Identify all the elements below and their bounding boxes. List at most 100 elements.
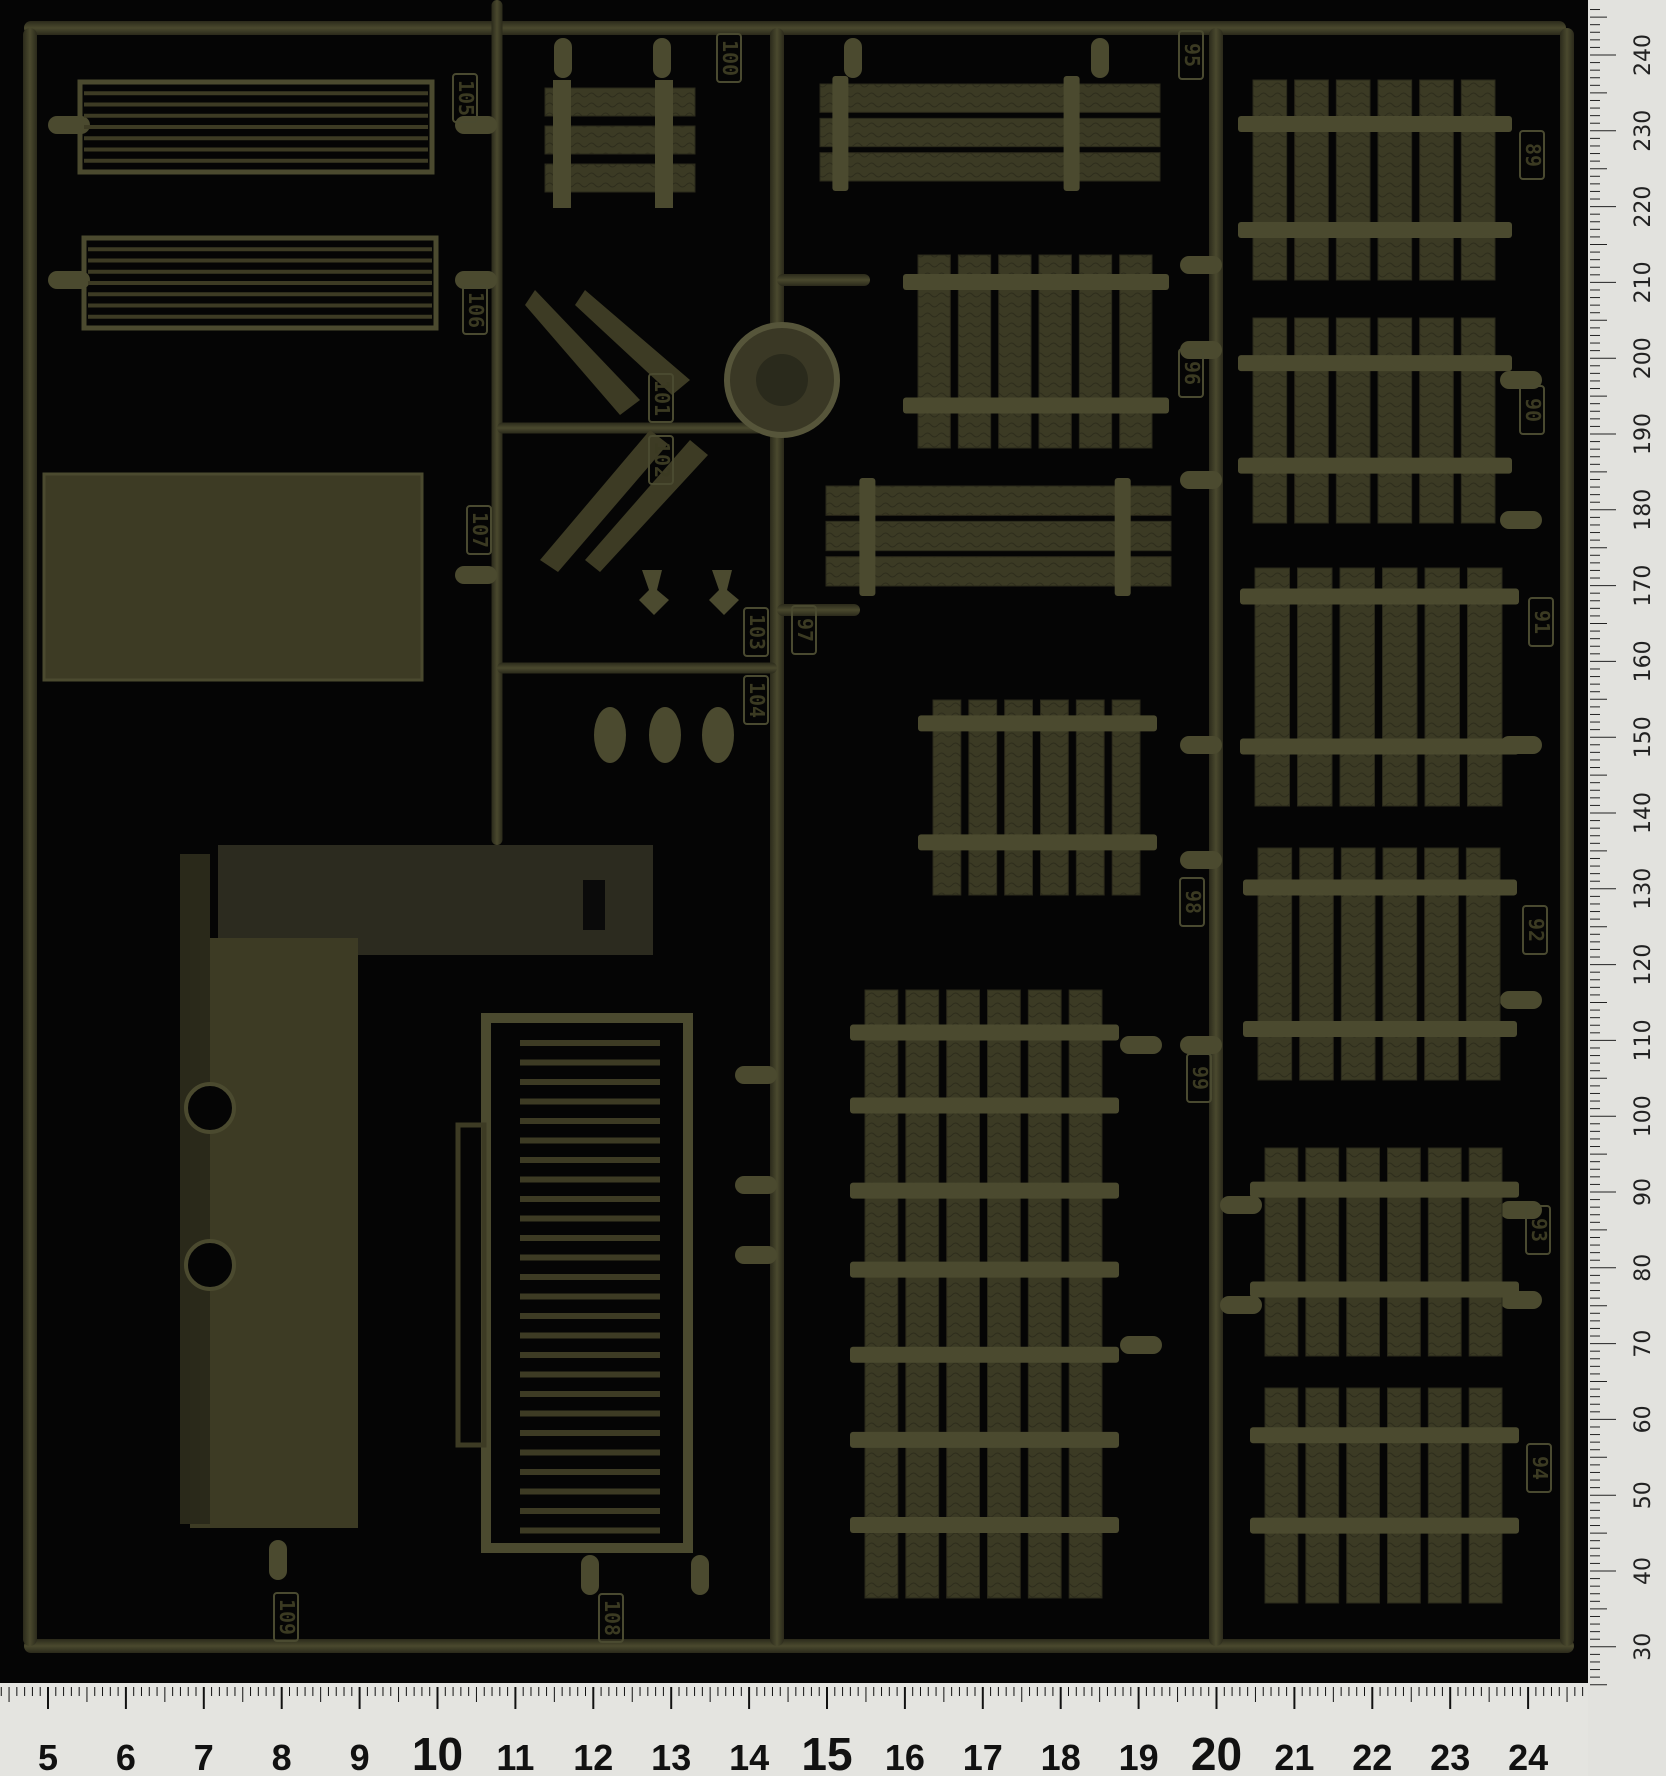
bottom-ruler-label: 10 — [412, 1728, 463, 1776]
pallet-98-bar — [918, 834, 1157, 851]
sprue-scene: 8990919293949596979899100101102103104105… — [0, 0, 1666, 1776]
crate-95-slat — [819, 83, 1161, 113]
part-label-text: 101 — [650, 380, 674, 416]
sprue-gate — [691, 1555, 709, 1595]
bottom-ruler-label: 23 — [1430, 1737, 1470, 1776]
crate-95-cleat — [1063, 76, 1080, 191]
pallet-90-plank — [1460, 317, 1496, 524]
part-label-105: 105 — [452, 73, 478, 123]
side-ruler-label: 90 — [1631, 1178, 1656, 1206]
crate-100-cleat — [655, 80, 673, 208]
sprue-gate — [1500, 511, 1542, 529]
grille-slat — [84, 158, 428, 163]
pallet-99-plank — [864, 989, 899, 1599]
crate-95-slat — [819, 152, 1161, 182]
part-label-100: 100 — [716, 33, 742, 83]
part-label-text: 106 — [464, 292, 488, 328]
sprue-gate — [1120, 1036, 1162, 1054]
panel-109 — [190, 938, 358, 1528]
grille-slat — [88, 258, 432, 263]
sprue-gate — [581, 1555, 599, 1595]
bottom-ruler-label: 19 — [1119, 1737, 1159, 1776]
pallet-99-plank — [905, 989, 940, 1599]
part-label-text: 90 — [1521, 398, 1545, 422]
part-label-106: 106 — [462, 285, 488, 335]
part-label-107: 107 — [466, 505, 492, 555]
bottom-ruler-label: 13 — [651, 1737, 691, 1776]
pallet-94-plank — [1346, 1387, 1380, 1604]
sprue-gate — [653, 38, 671, 78]
pallet-99-bar — [850, 1431, 1119, 1448]
pallet-96-bar — [903, 397, 1169, 414]
grille-slat — [88, 314, 432, 319]
side-ruler-label: 80 — [1631, 1254, 1656, 1282]
pallet-89-plank — [1294, 79, 1329, 281]
pallet-91-bar — [1240, 588, 1519, 605]
crate-97-cleat — [1114, 478, 1131, 596]
sprue-gate — [735, 1246, 777, 1264]
side-ruler-label: 140 — [1631, 792, 1656, 834]
side-ruler-label: 180 — [1631, 489, 1656, 531]
part-label-text: 108 — [600, 1600, 624, 1636]
runner-bar — [24, 1639, 1574, 1653]
ladder-rung — [520, 1118, 660, 1124]
sprue-gate — [1500, 1201, 1542, 1219]
side-ruler-label: 230 — [1631, 110, 1656, 152]
grille-slat — [84, 91, 428, 96]
bottom-ruler-label: 6 — [116, 1737, 136, 1776]
ladder-rung — [520, 1274, 660, 1280]
grille-slat — [84, 102, 428, 107]
pallet-89-plank — [1377, 79, 1413, 281]
grille-slat — [84, 136, 428, 141]
side-ruler-label: 190 — [1631, 413, 1656, 455]
side-ruler-label: 220 — [1631, 186, 1656, 228]
ladder-rung — [520, 1040, 660, 1046]
bottom-ruler-label: 14 — [729, 1737, 769, 1776]
side-ruler-label: 210 — [1631, 261, 1656, 303]
runner-bar — [1560, 28, 1574, 1646]
sprue-gate — [1180, 256, 1222, 274]
bottom-ruler-label: 15 — [801, 1728, 852, 1776]
pallet-93-plank — [1305, 1147, 1340, 1357]
bottom-ruler: 567891011121314151617181920212223242 — [0, 1683, 1666, 1776]
sprue-gate — [1180, 471, 1222, 489]
figure-104 — [702, 707, 734, 763]
side-ruler-label: 110 — [1631, 1019, 1656, 1061]
ladder-side — [455, 1122, 487, 1448]
side-ruler-label: 170 — [1631, 565, 1656, 607]
pallet-94-plank — [1305, 1387, 1340, 1604]
runner-bar — [23, 28, 37, 1646]
part-label-text: 94 — [1528, 1456, 1552, 1480]
ladder-rung — [520, 1176, 660, 1183]
pallet-99-bar — [850, 1261, 1119, 1278]
ladder-rung — [520, 1371, 660, 1378]
pallet-93-bar — [1250, 1281, 1519, 1298]
ladder-rung — [520, 1137, 660, 1144]
grille-slat — [84, 125, 428, 129]
grille-slat — [88, 292, 432, 297]
runner-bar — [497, 422, 777, 434]
pallet-93-bar — [1250, 1181, 1519, 1198]
pallet-99-plank — [1027, 989, 1062, 1599]
panel-l-slot — [583, 880, 605, 930]
panel-107 — [44, 474, 422, 680]
bottom-ruler-label: 20 — [1191, 1728, 1242, 1776]
pallet-99-bar — [850, 1346, 1119, 1363]
ladder-rung — [520, 1332, 660, 1339]
side-ruler-label: 130 — [1631, 868, 1656, 910]
runner-bar — [497, 662, 777, 674]
part-label-102: 102 — [648, 435, 674, 485]
sprue-gate — [1180, 1036, 1222, 1054]
bottom-ruler-label: 5 — [38, 1737, 58, 1776]
crate-97-cleat — [859, 478, 876, 596]
bottom-ruler-label: 8 — [272, 1737, 292, 1776]
bottom-ruler-label: 11 — [496, 1737, 534, 1776]
pallet-99-bar — [850, 1517, 1119, 1534]
part-label-text: 93 — [1527, 1218, 1551, 1242]
pallet-94-plank — [1468, 1387, 1503, 1604]
sprue-gate — [1120, 1336, 1162, 1354]
pallet-96-bar — [903, 274, 1169, 291]
runner-bar — [24, 21, 1566, 35]
sprue-gate — [554, 38, 572, 78]
part-label-98: 98 — [1179, 877, 1205, 927]
